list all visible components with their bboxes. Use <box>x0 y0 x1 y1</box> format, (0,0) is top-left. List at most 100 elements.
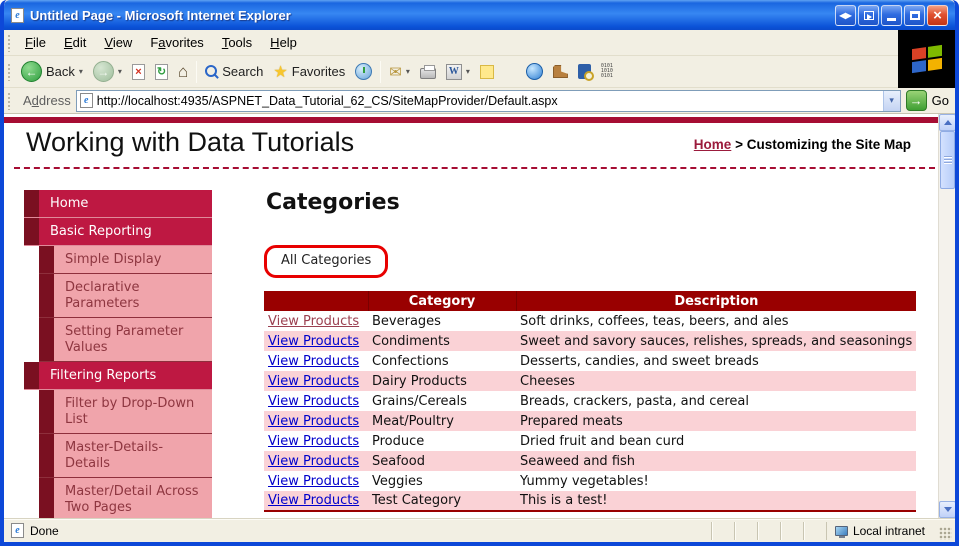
mail-button[interactable]: ✉ ▾ <box>384 61 415 83</box>
breadcrumb-separator: > <box>735 137 743 152</box>
mail-dropdown-icon[interactable]: ▾ <box>406 67 410 76</box>
resize-grip[interactable] <box>939 527 952 540</box>
sidebar-item-home[interactable]: Home <box>24 190 212 218</box>
category-cell: Produce <box>372 433 425 449</box>
status-pane <box>756 521 780 540</box>
view-products-link[interactable]: View Products <box>268 474 359 489</box>
description-cell: This is a test! <box>520 493 608 508</box>
ie-page-icon: e <box>11 7 24 23</box>
view-products-link[interactable]: View Products <box>268 394 359 409</box>
table-row: View Products Seafood Seaweed and fish <box>264 451 917 471</box>
url-text[interactable]: http://localhost:4935/ASPNET_Data_Tutori… <box>97 94 879 108</box>
table-row: View Products Meat/Poultry Prepared meats <box>264 411 917 431</box>
history-button[interactable] <box>350 61 377 82</box>
forward-button[interactable]: → ▾ <box>88 59 127 84</box>
left-right-arrows-icon: ◀▶ <box>839 10 852 20</box>
edit-with-word-button[interactable]: W ▾ <box>441 62 475 82</box>
menu-item-file[interactable]: File <box>16 31 55 54</box>
description-cell: Yummy vegetables! <box>520 473 649 489</box>
sidebar-item-filter-by-drop-down-list[interactable]: Filter by Drop-Down List <box>39 390 212 434</box>
search-button[interactable]: Search <box>200 62 268 81</box>
favorites-star-icon: ★ <box>273 63 288 81</box>
description-cell: Sweet and savory sauces, relishes, sprea… <box>520 333 913 349</box>
stop-button[interactable]: × <box>127 62 150 82</box>
address-input[interactable]: e http://localhost:4935/ASPNET_Data_Tuto… <box>75 89 901 112</box>
pan-arrows-button[interactable]: ◀▶ <box>835 4 856 26</box>
back-dropdown-icon[interactable]: ▾ <box>79 67 83 76</box>
vertical-scrollbar[interactable] <box>938 114 955 518</box>
menu-bar-grip[interactable] <box>7 33 11 52</box>
description-cell: Dried fruit and bean curd <box>520 433 685 449</box>
window-controls: ◀▶ × <box>835 4 948 26</box>
arrow-up-icon <box>943 120 952 125</box>
description-cell: Cheeses <box>520 373 575 389</box>
category-cell: Veggies <box>372 473 423 489</box>
view-products-link[interactable]: View Products <box>268 454 359 469</box>
category-cell: Grains/Cereals <box>372 393 467 409</box>
close-button[interactable]: × <box>927 4 948 26</box>
menu-item-tools[interactable]: Tools <box>213 31 261 54</box>
all-categories-annotation: All Categories <box>264 245 389 278</box>
scroll-down-button[interactable] <box>939 501 955 518</box>
boot-icon <box>552 65 568 78</box>
print-button[interactable] <box>415 62 441 81</box>
binary-tool-button[interactable]: 0101 1010 0101 <box>596 62 618 81</box>
sidebar-item-setting-parameter-values[interactable]: Setting Parameter Values <box>39 318 212 362</box>
search-icon <box>205 65 218 78</box>
view-products-link[interactable]: View Products <box>268 374 359 389</box>
sidebar-item-simple-display[interactable]: Simple Display <box>39 246 212 274</box>
menu-item-view[interactable]: View <box>95 31 141 54</box>
scroll-up-button[interactable] <box>939 114 955 131</box>
refresh-button[interactable]: ↻ <box>150 62 173 82</box>
address-dropdown-button[interactable]: ▾ <box>882 90 900 111</box>
go-button[interactable]: → <box>905 90 927 111</box>
sidebar-item-declarative-parameters[interactable]: Declarative Parameters <box>39 274 212 318</box>
sidebar-item-master-detail-across-two-pages[interactable]: Master/Detail Across Two Pages <box>39 478 212 518</box>
messenger-icon <box>525 63 543 80</box>
header-accent-bar <box>4 117 938 123</box>
forward-dropdown-icon[interactable]: ▾ <box>118 67 122 76</box>
all-categories-label[interactable]: All Categories <box>281 253 371 268</box>
addon-button[interactable] <box>548 63 573 80</box>
stop-icon: × <box>131 63 145 80</box>
table-row: View Products Dairy Products Cheeses <box>264 371 917 391</box>
address-bar-grip[interactable] <box>7 91 11 110</box>
sidebar-item-label: Filter by Drop-Down List <box>65 396 195 427</box>
column-header-category: Category <box>367 291 516 311</box>
word-dropdown-icon[interactable]: ▾ <box>466 67 470 76</box>
view-products-link[interactable]: View Products <box>268 314 359 329</box>
breadcrumb-home-link[interactable]: Home <box>694 137 732 152</box>
toolbar-grip[interactable] <box>7 62 11 81</box>
title-bar[interactable]: e Untitled Page - Microsoft Internet Exp… <box>4 0 955 30</box>
view-products-link[interactable]: View Products <box>268 434 359 449</box>
favorites-button[interactable]: ★ Favorites <box>268 60 350 84</box>
view-products-link[interactable]: View Products <box>268 414 359 429</box>
sidebar-item-label: Setting Parameter Values <box>65 324 184 355</box>
home-button[interactable]: ⌂ <box>173 60 193 84</box>
category-cell: Test Category <box>372 493 462 508</box>
sidebar-item-filtering-reports[interactable]: Filtering Reports <box>24 362 212 390</box>
category-cell: Condiments <box>372 333 450 349</box>
research-button[interactable] <box>573 62 596 81</box>
menu-item-help[interactable]: Help <box>261 31 306 54</box>
chevron-down-icon: ▾ <box>889 95 894 105</box>
view-products-link[interactable]: View Products <box>268 334 359 349</box>
status-text: Done <box>30 523 59 538</box>
minimize-button[interactable] <box>881 4 902 26</box>
view-products-link[interactable]: View Products <box>268 354 359 369</box>
sidebar-item-master-details-details[interactable]: Master-Details-Details <box>39 434 212 478</box>
status-pane <box>710 521 734 540</box>
back-button[interactable]: ← Back ▾ <box>16 59 88 84</box>
view-products-link[interactable]: View Products <box>268 493 359 508</box>
pop-out-button[interactable] <box>858 4 879 26</box>
header-divider <box>14 167 935 169</box>
menu-item-edit[interactable]: Edit <box>55 31 95 54</box>
messenger-button[interactable] <box>521 61 548 82</box>
category-cell: Dairy Products <box>372 373 467 389</box>
discuss-button[interactable] <box>475 63 499 81</box>
menu-item-favorites[interactable]: Favorites <box>141 31 212 54</box>
zone-text: Local intranet <box>852 523 925 538</box>
scrollbar-thumb[interactable] <box>940 131 955 189</box>
maximize-button[interactable] <box>904 4 925 26</box>
sidebar-item-basic-reporting[interactable]: Basic Reporting <box>24 218 212 246</box>
